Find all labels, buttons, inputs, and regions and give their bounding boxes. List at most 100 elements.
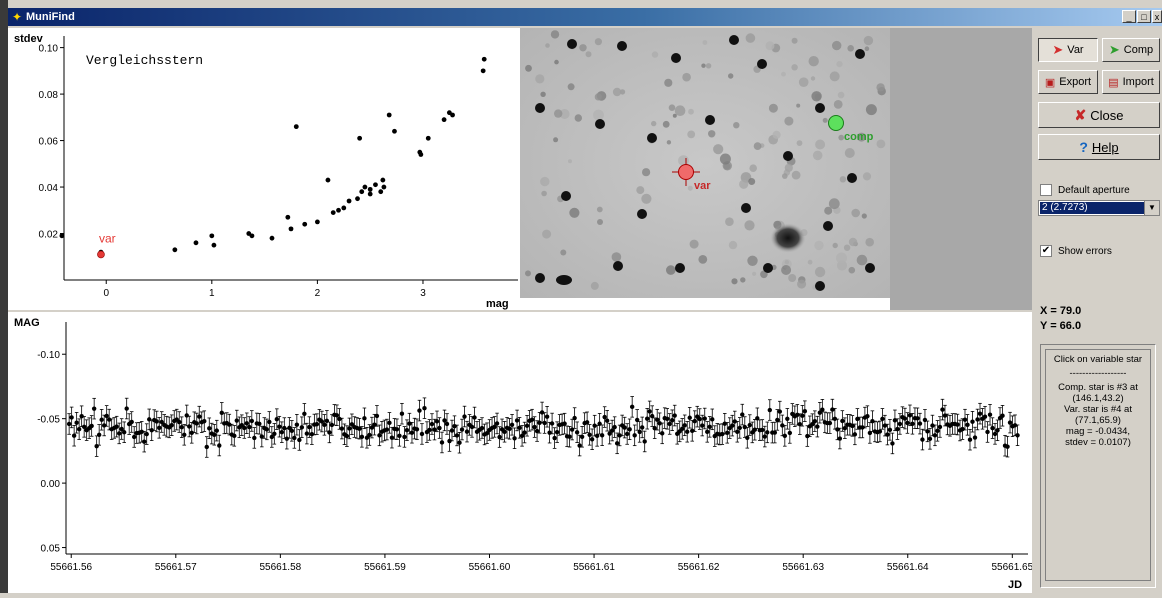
lc-point[interactable] (452, 423, 457, 429)
lc-point[interactable] (707, 424, 712, 430)
lc-point[interactable] (692, 418, 697, 424)
lc-point[interactable] (359, 434, 365, 440)
lc-point[interactable] (552, 435, 557, 441)
lc-point[interactable] (827, 420, 833, 426)
lc-point[interactable] (574, 430, 580, 435)
star-point[interactable] (367, 191, 373, 197)
star-point[interactable] (249, 233, 255, 239)
lc-point[interactable] (852, 432, 858, 437)
lc-point[interactable] (462, 414, 467, 419)
lc-point[interactable] (417, 408, 422, 413)
star-point[interactable] (325, 177, 331, 183)
lc-point[interactable] (307, 424, 312, 430)
lc-point[interactable] (975, 417, 980, 422)
lc-point[interactable] (685, 429, 690, 434)
star-point[interactable] (355, 196, 360, 202)
default-aperture-checkbox[interactable]: Default aperture (1040, 184, 1130, 196)
lc-point[interactable] (347, 426, 352, 431)
star-point[interactable] (378, 189, 384, 195)
lc-point[interactable] (344, 433, 350, 439)
lc-point[interactable] (622, 425, 627, 430)
lc-point[interactable] (670, 418, 675, 423)
lc-point[interactable] (274, 416, 280, 422)
lc-point[interactable] (740, 412, 745, 417)
lc-point[interactable] (760, 427, 765, 433)
lc-point[interactable] (337, 416, 342, 422)
close-window-button[interactable]: x (1152, 10, 1162, 23)
lc-point[interactable] (131, 434, 137, 440)
lc-point[interactable] (139, 429, 144, 434)
help-button[interactable]: ? Help (1038, 134, 1160, 160)
lc-point[interactable] (915, 416, 920, 421)
lc-point[interactable] (197, 414, 202, 419)
star-point[interactable] (425, 135, 431, 141)
star-point[interactable] (288, 226, 294, 232)
lc-point[interactable] (992, 431, 998, 437)
lc-point[interactable] (985, 429, 990, 435)
var-tool-button[interactable]: ➤ Var (1038, 38, 1098, 62)
star-point[interactable] (211, 242, 217, 248)
lc-point[interactable] (747, 422, 752, 428)
comp-tool-button[interactable]: ➤ Comp (1102, 38, 1160, 62)
lc-point[interactable] (297, 437, 302, 443)
lc-point[interactable] (444, 421, 450, 427)
lc-point[interactable] (890, 441, 895, 446)
lc-point[interactable] (124, 406, 129, 411)
lc-point[interactable] (697, 416, 702, 422)
lc-point[interactable] (507, 426, 512, 431)
comp-marker[interactable] (828, 115, 844, 131)
lc-point[interactable] (304, 431, 310, 436)
lc-point[interactable] (767, 407, 773, 413)
lc-point[interactable] (154, 419, 159, 424)
lc-point[interactable] (91, 406, 97, 411)
lc-point[interactable] (66, 421, 72, 427)
lc-point[interactable] (437, 425, 442, 431)
default-aperture-box[interactable] (1040, 184, 1052, 196)
star-point[interactable] (314, 219, 320, 225)
lc-point[interactable] (242, 425, 247, 431)
lc-point[interactable] (567, 434, 572, 439)
lc-point[interactable] (404, 427, 410, 433)
lc-point[interactable] (434, 419, 440, 424)
lc-point[interactable] (534, 428, 540, 434)
lc-point[interactable] (517, 425, 522, 431)
lc-point[interactable] (787, 430, 793, 436)
lc-point[interactable] (762, 434, 768, 439)
star-field-image[interactable]: var comp (520, 28, 1032, 310)
lc-point[interactable] (509, 422, 515, 427)
lc-point[interactable] (522, 430, 527, 435)
lc-point[interactable] (584, 420, 590, 425)
lc-point[interactable] (877, 429, 883, 434)
lc-point[interactable] (802, 409, 808, 414)
lc-point[interactable] (920, 437, 925, 442)
lc-point[interactable] (214, 428, 219, 433)
lc-point[interactable] (187, 424, 192, 429)
lc-point[interactable] (579, 434, 585, 439)
lc-point[interactable] (895, 426, 900, 432)
light-curve-chart[interactable]: MAG JD 55661.56 55661.57 55661.58 55661.59 5… (8, 312, 1034, 593)
lc-point[interactable] (106, 417, 112, 422)
lc-point[interactable] (880, 416, 885, 422)
lc-point[interactable] (937, 424, 943, 430)
lc-point[interactable] (147, 417, 152, 422)
lc-point[interactable] (459, 427, 465, 432)
lc-point[interactable] (752, 427, 757, 432)
star-point[interactable] (381, 184, 387, 190)
lc-point[interactable] (169, 423, 174, 428)
lc-point[interactable] (690, 428, 695, 434)
lc-point[interactable] (990, 425, 995, 431)
lc-point[interactable] (94, 443, 99, 449)
lc-point[interactable] (660, 431, 665, 436)
lc-point[interactable] (302, 411, 307, 417)
lc-point[interactable] (284, 436, 290, 441)
lc-point[interactable] (624, 431, 630, 437)
lc-point[interactable] (292, 435, 297, 441)
star-point[interactable] (330, 210, 336, 216)
lc-point[interactable] (334, 413, 340, 418)
lc-point[interactable] (654, 417, 660, 422)
lc-point[interactable] (612, 424, 617, 430)
lc-point[interactable] (194, 421, 199, 426)
lc-point[interactable] (925, 429, 930, 434)
lc-point[interactable] (277, 424, 282, 429)
lc-point[interactable] (602, 414, 607, 420)
